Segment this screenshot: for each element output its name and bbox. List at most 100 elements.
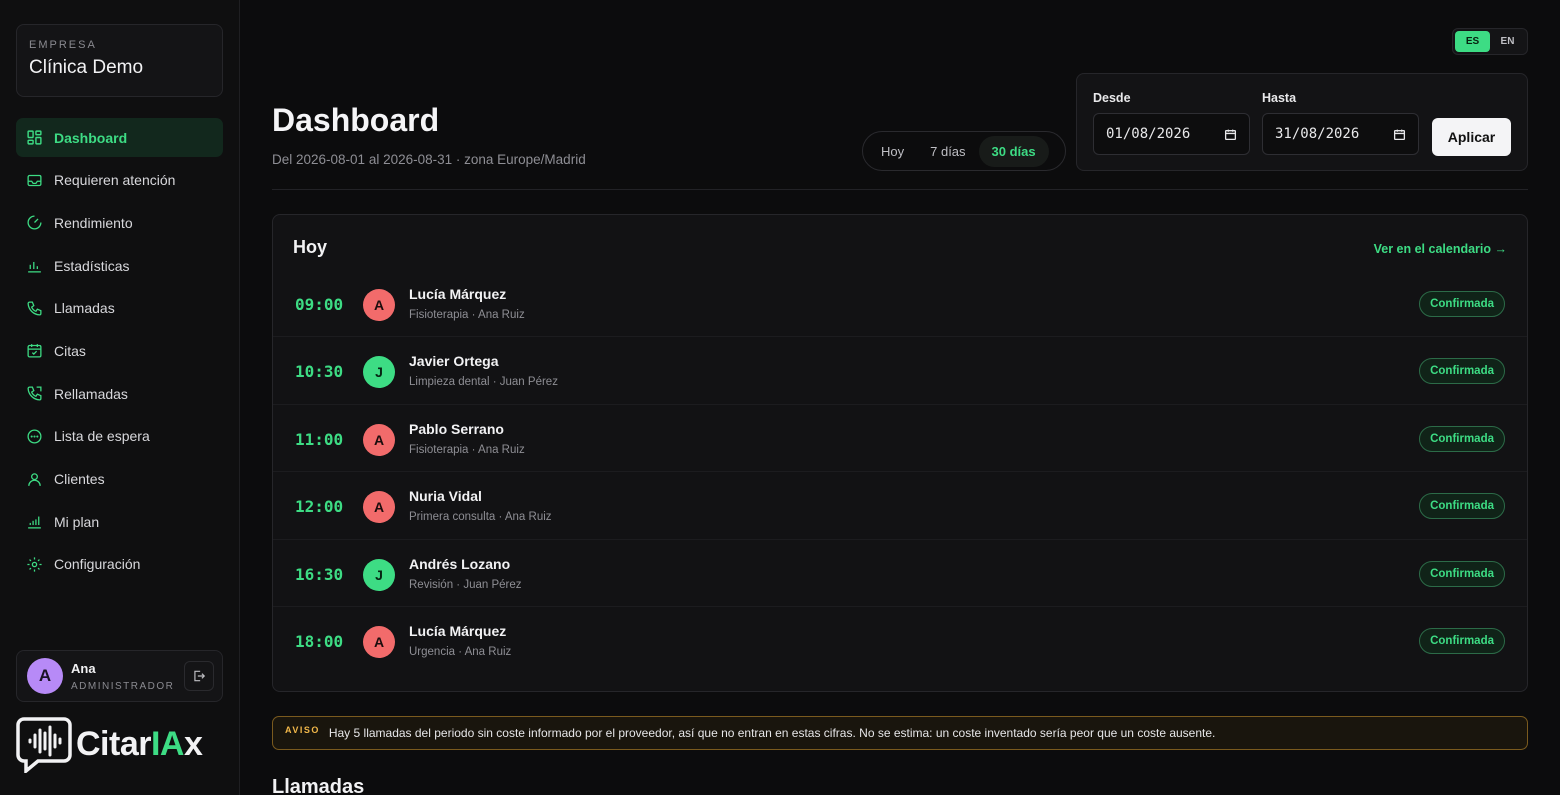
avatar: A: [363, 423, 395, 456]
sidebar-item-citas[interactable]: Citas: [16, 331, 223, 370]
avatar: J: [363, 558, 395, 591]
notice-tag: AVISO: [285, 725, 320, 735]
lang-es-button[interactable]: ES: [1455, 31, 1490, 52]
sidebar-item-label: Estadísticas: [54, 257, 130, 274]
user-info: Ana ADMINISTRADOR: [71, 661, 174, 692]
appointment-row[interactable]: 10:30 J Javier Ortega Limpieza dental · Jua…: [273, 337, 1527, 405]
page-title: Dashboard: [272, 102, 440, 138]
sidebar-item-configuracion[interactable]: Configuración: [16, 545, 223, 584]
sidebar-item-rellamadas[interactable]: Rellamadas: [16, 374, 223, 413]
chat-waveform-icon: [16, 717, 72, 773]
status-badge: Confirmada: [1419, 291, 1505, 317]
sidebar-item-mi-plan[interactable]: Mi plan: [16, 502, 223, 541]
company-name: Clínica Demo: [29, 57, 144, 78]
range-7-days-button[interactable]: 7 días: [917, 136, 978, 167]
user-card: A Ana ADMINISTRADOR: [16, 650, 223, 702]
appointment-detail: Fisioterapia · Ana Ruiz: [409, 443, 525, 456]
sidebar-item-estadisticas[interactable]: Estadísticas: [16, 246, 223, 285]
patient-name: Javier Ortega: [409, 353, 499, 370]
appointment-time: 10:30: [295, 362, 344, 382]
inbox-icon: [27, 174, 42, 186]
status-badge: Confirmada: [1419, 560, 1505, 587]
range-today-button[interactable]: Hoy: [868, 136, 917, 167]
patient-name: Lucía Márquez: [409, 622, 507, 639]
app: EMPRESA Clínica Demo Dashboard Requieren…: [0, 0, 1560, 795]
calendar-link[interactable]: Ver en el calendario →: [1374, 242, 1507, 256]
notice-text: Hay 5 llamadas del periodo sin coste inf…: [328, 726, 1216, 740]
company-selector[interactable]: EMPRESA Clínica Demo: [16, 24, 223, 97]
notice-banner: AVISO Hay 5 llamadas del periodo sin cos…: [272, 716, 1528, 750]
to-date-input[interactable]: 31/08/2026: [1262, 113, 1419, 155]
sidebar-item-requieren-atencion[interactable]: Requieren atención: [16, 161, 223, 200]
gear-icon: [27, 557, 42, 572]
appointments-list: 09:00 A Lucía Márquez Fisioterapia · Ana Ru…: [273, 270, 1527, 674]
appointment-detail: Primera consulta · Ana Ruiz: [409, 511, 552, 524]
patient-name: Lucía Márquez: [409, 286, 507, 302]
sidebar-item-rendimiento[interactable]: Rendimiento: [16, 203, 223, 242]
sidebar-item-label: Clientes: [54, 471, 105, 487]
card-title: Hoy: [293, 237, 328, 257]
from-date-input[interactable]: 01/08/2026: [1093, 113, 1250, 155]
to-date-group: Hasta 31/08/2026: [1262, 91, 1419, 155]
apply-button[interactable]: Aplicar: [1432, 118, 1511, 156]
lang-en-button[interactable]: EN: [1490, 31, 1525, 52]
sidebar-item-label: Dashboard: [54, 129, 128, 146]
calendar-picker-icon[interactable]: [1393, 128, 1406, 141]
appointment-row[interactable]: 12:00 A Nuria Vidal Primera consulta · Ana …: [273, 472, 1527, 540]
appointment-row[interactable]: 09:00 A Lucía Márquez Fisioterapia · Ana Ru…: [273, 270, 1527, 338]
brand-name: CitarIAx: [76, 724, 203, 763]
appointment-time: 11:00: [295, 429, 344, 449]
appointment-detail: Limpieza dental · Juan Pérez: [409, 376, 558, 389]
user-name: Ana: [71, 660, 96, 676]
phone-icon: [27, 301, 42, 316]
range-30-days-button[interactable]: 30 días: [978, 135, 1049, 167]
appointment-time: 18:00: [295, 631, 344, 651]
appointment-detail: Revisión · Juan Pérez: [409, 578, 522, 591]
sidebar-item-dashboard[interactable]: Dashboard: [16, 118, 223, 157]
patient-name: Andrés Lozano: [409, 555, 511, 572]
status-badge: Confirmada: [1419, 425, 1505, 452]
to-date-value: 31/08/2026: [1275, 126, 1360, 142]
appointment-detail: Urgencia · Ana Ruiz: [409, 645, 512, 658]
from-date-value: 01/08/2026: [1106, 126, 1191, 142]
bar-chart-icon: [28, 262, 41, 273]
user-role: ADMINISTRADOR: [71, 680, 175, 692]
plan-chart-icon: [28, 516, 41, 529]
sidebar-item-llamadas[interactable]: Llamadas: [16, 289, 223, 328]
avatar: A: [363, 491, 395, 524]
from-date-label: Desde: [1093, 91, 1131, 105]
logout-button[interactable]: [184, 661, 214, 691]
calendar-picker-icon[interactable]: [1224, 128, 1237, 141]
sidebar: EMPRESA Clínica Demo Dashboard Requieren…: [0, 0, 240, 795]
sidebar-item-label: Mi plan: [54, 513, 100, 530]
calls-section-title: Llamadas: [272, 776, 365, 795]
appointment-row[interactable]: 11:00 A Pablo Serrano Fisioterapia · Ana Ru…: [273, 405, 1527, 473]
grid-icon: [27, 130, 42, 145]
to-date-label: Hasta: [1262, 91, 1297, 105]
appointment-time: 12:00: [295, 497, 344, 517]
patient-name: Pablo Serrano: [409, 420, 504, 437]
sidebar-item-clientes[interactable]: Clientes: [16, 460, 223, 499]
sidebar-item-lista-de-espera[interactable]: Lista de espera: [16, 417, 223, 456]
appointment-detail: Fisioterapia · Ana Ruiz: [409, 309, 525, 321]
brand-logo: CitarIAx: [16, 712, 226, 776]
avatar: J: [363, 356, 395, 389]
sidebar-item-label: Configuración: [54, 556, 141, 573]
gauge-icon: [27, 215, 42, 230]
status-badge: Confirmada: [1419, 493, 1505, 520]
logout-icon: [194, 670, 206, 682]
status-badge: Confirmada: [1419, 627, 1505, 654]
sidebar-nav: Dashboard Requieren atención Rendimiento…: [16, 118, 223, 588]
appointment-time: 16:30: [295, 564, 344, 584]
avatar: A: [363, 625, 395, 658]
appointment-row[interactable]: 16:30 J Andrés Lozano Revisión · Juan Pérez…: [273, 540, 1527, 607]
today-card: Hoy Ver en el calendario → 09:00 A Lucía M…: [272, 214, 1528, 692]
language-toggle: ES EN: [1452, 28, 1528, 55]
sidebar-item-label: Llamadas: [54, 300, 115, 317]
user-icon: [28, 472, 41, 486]
sidebar-item-label: Lista de espera: [54, 428, 150, 445]
clock-dots-icon: [27, 429, 42, 444]
avatar: A: [27, 658, 63, 694]
appointment-row[interactable]: 18:00 A Lucía Márquez Urgencia · Ana Ruiz Co…: [273, 607, 1527, 674]
company-label: EMPRESA: [29, 39, 97, 51]
